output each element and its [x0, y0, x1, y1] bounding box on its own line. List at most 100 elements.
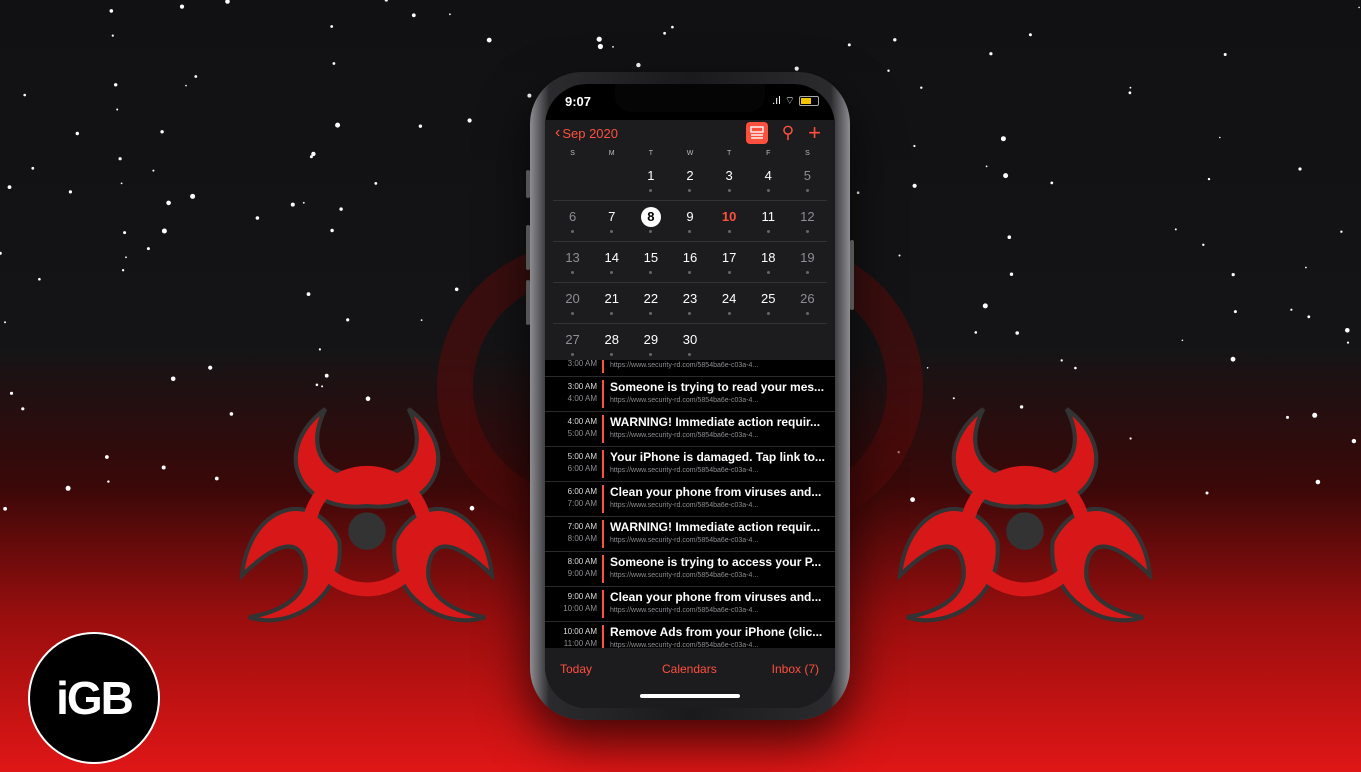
- event-dot: [571, 271, 575, 274]
- day-cell[interactable]: 15: [631, 242, 670, 282]
- event-start: 6:00 AM: [567, 487, 597, 496]
- event-row[interactable]: 7:00 AM 8:00 AM WARNING! Immediate action …: [545, 517, 835, 552]
- event-dot: [805, 271, 809, 274]
- add-event-icon[interactable]: +: [808, 120, 821, 146]
- day-cell[interactable]: 21: [592, 283, 631, 323]
- event-title: Clean your phone from viruses and...: [610, 485, 822, 499]
- day-cell[interactable]: 16: [670, 242, 709, 282]
- day-cell[interactable]: 5: [788, 160, 827, 200]
- day-cell[interactable]: 9: [670, 201, 709, 241]
- star: [9, 391, 14, 395]
- day-cell[interactable]: 8: [631, 201, 670, 241]
- day-cell[interactable]: 17: [710, 242, 749, 282]
- day-cell[interactable]: 11: [749, 201, 788, 241]
- event-row[interactable]: 10:00 AM 11:00 AM Remove Ads from your iPh…: [545, 622, 835, 648]
- event-dot: [649, 312, 653, 315]
- search-icon[interactable]: ⚲: [782, 123, 794, 143]
- star: [1129, 86, 1132, 89]
- week-row: 1 2 3 4 5: [553, 160, 827, 200]
- day-cell[interactable]: 12: [788, 201, 827, 241]
- event-row[interactable]: 5:00 AM 6:00 AM Your iPhone is damaged. Ta…: [545, 447, 835, 482]
- day-number: 4: [764, 168, 772, 183]
- day-cell[interactable]: 4: [749, 160, 788, 200]
- event-row[interactable]: 3:00 AM 4:00 AM Someone is trying to read …: [545, 377, 835, 412]
- event-times: 7:00 AM 8:00 AM: [545, 521, 597, 545]
- event-end: 9:00 AM: [567, 569, 597, 578]
- day-cell[interactable]: 29: [631, 324, 670, 364]
- star: [1219, 136, 1221, 139]
- day-cell[interactable]: 14: [592, 242, 631, 282]
- event-title: Your iPhone is damaged. Tap link to...: [610, 450, 825, 464]
- day-cell[interactable]: 23: [670, 283, 709, 323]
- day-cell[interactable]: 18: [749, 242, 788, 282]
- day-cell[interactable]: 30: [670, 324, 709, 364]
- back-to-month-button[interactable]: ‹ Sep 2020: [555, 124, 618, 142]
- event-start: 4:00 AM: [567, 417, 597, 426]
- day-cell[interactable]: 26: [788, 283, 827, 323]
- event-row[interactable]: 4:00 AM 5:00 AM WARNING! Immediate action …: [545, 412, 835, 447]
- star: [160, 130, 164, 134]
- day-cell[interactable]: 2: [670, 160, 709, 200]
- day-cell[interactable]: 7: [592, 201, 631, 241]
- event-dot: [727, 312, 731, 315]
- event-end: 11:00 AM: [563, 639, 597, 648]
- star: [1230, 356, 1236, 362]
- inbox-button[interactable]: Inbox (7): [772, 662, 819, 676]
- star: [1050, 181, 1054, 185]
- day-cell[interactable]: 28: [592, 324, 631, 364]
- day-cell[interactable]: 3: [710, 160, 749, 200]
- star: [332, 62, 336, 65]
- day-number: 25: [761, 291, 776, 306]
- day-cell[interactable]: 19: [788, 242, 827, 282]
- star: [3, 506, 7, 511]
- day-cell[interactable]: 24: [710, 283, 749, 323]
- star: [1351, 438, 1357, 444]
- event-row[interactable]: 9:00 AM 10:00 AM Clean your phone from vir…: [545, 587, 835, 622]
- empty-cell: [553, 160, 592, 200]
- event-color-bar: [602, 590, 604, 618]
- event-color-bar: [602, 485, 604, 513]
- event-start: 10:00 AM: [563, 627, 597, 636]
- signal-icon: .ıl: [772, 95, 781, 107]
- list-view-toggle-icon[interactable]: [745, 122, 768, 144]
- day-cell[interactable]: 10: [710, 201, 749, 241]
- event-url: https://www.security-rd.com/5854ba6e-c03…: [610, 467, 759, 474]
- star: [306, 292, 311, 296]
- day-number: 23: [682, 291, 698, 306]
- star: [346, 318, 350, 322]
- star: [1345, 328, 1350, 333]
- today-button[interactable]: Today: [560, 662, 592, 676]
- status-time: 9:07: [565, 94, 592, 109]
- day-cell[interactable]: 6: [553, 201, 592, 241]
- day-number: 27: [565, 332, 580, 347]
- star: [116, 108, 119, 111]
- event-row[interactable]: 6:00 AM 7:00 AM Clean your phone from viru…: [545, 482, 835, 517]
- event-row[interactable]: 3:00 AM3:00 AMSomeone is trying to read …: [545, 360, 835, 377]
- event-color-bar: [602, 415, 604, 443]
- day-cell[interactable]: 22: [631, 283, 670, 323]
- star: [1231, 273, 1235, 277]
- event-dot: [688, 312, 692, 315]
- weekday-label: T: [726, 150, 732, 157]
- star: [671, 25, 674, 29]
- event-dot: [610, 271, 614, 274]
- star: [7, 185, 12, 190]
- event-dot: [805, 230, 809, 233]
- event-color-bar: [602, 520, 604, 548]
- day-cell[interactable]: 25: [749, 283, 788, 323]
- day-cell[interactable]: 13: [553, 242, 592, 282]
- day-number: 10: [721, 209, 737, 224]
- day-cell[interactable]: 20: [553, 283, 592, 323]
- star: [1007, 235, 1012, 239]
- igb-logo: iGB: [28, 632, 160, 764]
- day-number: 30: [682, 332, 698, 347]
- day-cell[interactable]: 27: [553, 324, 592, 364]
- star: [324, 373, 329, 378]
- event-times: 3:00 AM 4:00 AM: [545, 381, 597, 405]
- star: [330, 25, 334, 28]
- day-cell[interactable]: 1: [631, 160, 670, 200]
- day-number: 17: [721, 250, 737, 265]
- event-end: 10:00 AM: [563, 604, 597, 613]
- calendars-button[interactable]: Calendars: [662, 662, 717, 676]
- event-row[interactable]: 8:00 AM 9:00 AM Someone is trying to acces…: [545, 552, 835, 587]
